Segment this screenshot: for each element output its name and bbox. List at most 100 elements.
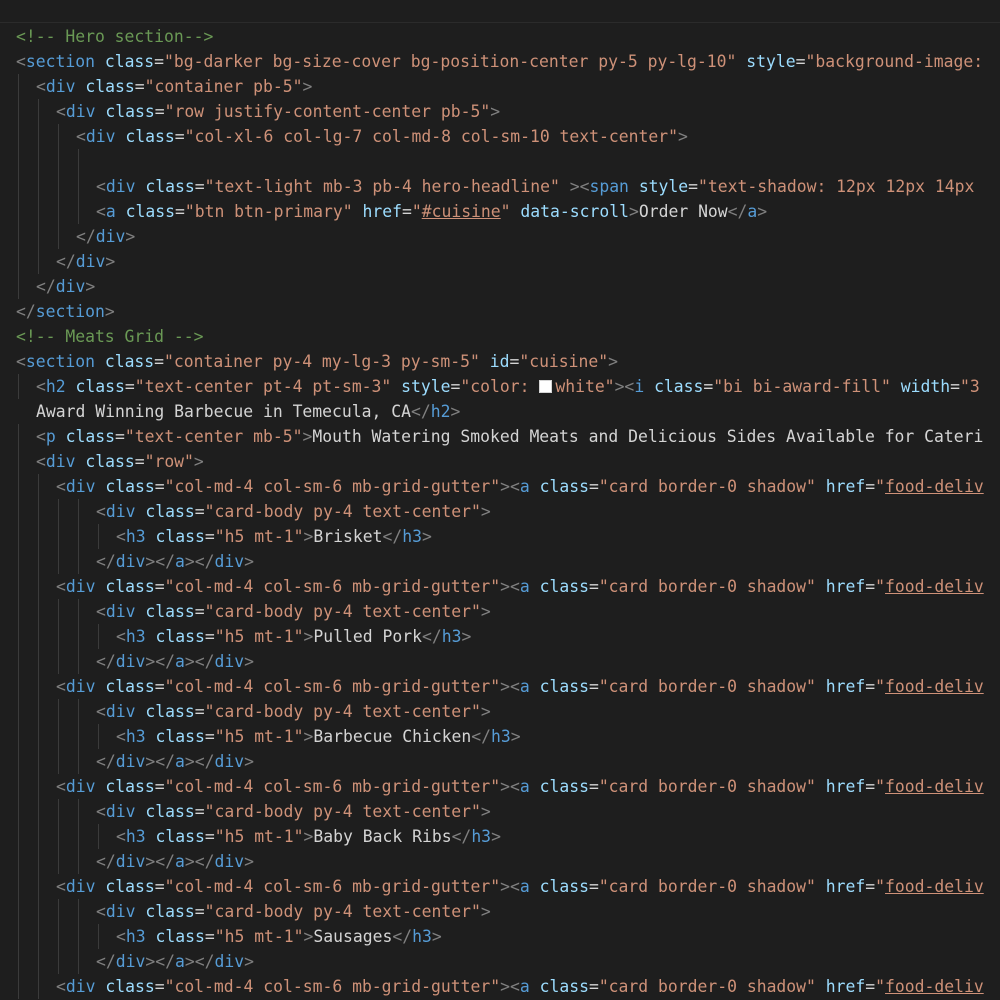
- code-line[interactable]: <div class="col-xl-6 col-lg-7 col-md-8 c…: [0, 124, 1000, 149]
- code-line[interactable]: <!-- Meats Grid -->: [0, 324, 1000, 349]
- punctuation-token: >: [244, 552, 254, 571]
- attribute-token: class: [145, 902, 195, 921]
- code-line[interactable]: <section class="bg-darker bg-size-cover …: [0, 49, 1000, 74]
- code-line[interactable]: <h3 class="h5 mt-1">Baby Back Ribs</h3>: [0, 824, 1000, 849]
- code-line[interactable]: <h3 class="h5 mt-1">Sausages</h3>: [0, 924, 1000, 949]
- code-line[interactable]: <div class="card-body py-4 text-center">: [0, 599, 1000, 624]
- tag-name-token: i: [634, 377, 645, 396]
- string-token: "card-body py-4 text-center": [204, 702, 481, 721]
- code-line[interactable]: <div class="card-body py-4 text-center">: [0, 699, 1000, 724]
- code-line[interactable]: </div></a></div>: [0, 849, 1000, 874]
- indent-guide: [18, 474, 19, 499]
- punctuation-token: </: [96, 552, 116, 571]
- attribute-token: style: [638, 177, 689, 196]
- code-line[interactable]: <div class="card-body py-4 text-center">: [0, 499, 1000, 524]
- string-token: "card-body py-4 text-center": [204, 602, 481, 621]
- code-line[interactable]: <section class="container py-4 my-lg-3 p…: [0, 349, 1000, 374]
- tag-name-token: div: [65, 877, 96, 896]
- string-token: "text-light mb-3 pb-4 hero-headline": [204, 177, 560, 196]
- tag-name-token: div: [105, 502, 136, 521]
- string-token: "card border-0 shadow": [598, 777, 816, 796]
- indent-guide: [58, 924, 59, 949]
- code-line[interactable]: <h3 class="h5 mt-1">Barbecue Chicken</h3…: [0, 724, 1000, 749]
- string-token: ": [411, 202, 422, 221]
- code-editor[interactable]: <!-- Hero section--> <section class="bg-d…: [0, 0, 1000, 1000]
- code-line[interactable]: </div></a></div>: [0, 549, 1000, 574]
- indent-guide: [58, 699, 59, 724]
- code-line-content: <div class="col-md-4 col-sm-6 mb-grid-gu…: [56, 474, 984, 499]
- code-area[interactable]: <!-- Hero section--> <section class="bg-d…: [0, 24, 1000, 999]
- indent-guide: [58, 724, 59, 749]
- code-line[interactable]: </div></a></div>: [0, 949, 1000, 974]
- tag-name-token: h3: [125, 527, 146, 546]
- code-line[interactable]: <div class="col-md-4 col-sm-6 mb-grid-gu…: [0, 474, 1000, 499]
- code-line[interactable]: <h3 class="h5 mt-1">Pulled Pork</h3>: [0, 624, 1000, 649]
- punctuation-token: >: [303, 727, 314, 746]
- code-line[interactable]: <div class="text-light mb-3 pb-4 hero-he…: [0, 174, 1000, 199]
- code-line[interactable]: <div class="row justify-content-center p…: [0, 99, 1000, 124]
- code-line[interactable]: <div class="col-md-4 col-sm-6 mb-grid-gu…: [0, 974, 1000, 999]
- tag-name-token: a: [747, 202, 758, 221]
- code-line[interactable]: <div class="card-body py-4 text-center">: [0, 799, 1000, 824]
- tag-name-token: div: [45, 77, 76, 96]
- attribute-token: class: [155, 627, 205, 646]
- code-line[interactable]: </section>: [0, 299, 1000, 324]
- text-token: =: [194, 702, 205, 721]
- string-token: "row justify-content-center pb-5": [164, 102, 491, 121]
- tag-name-token: div: [115, 852, 146, 871]
- code-line-content: <h3 class="h5 mt-1">Barbecue Chicken</h3…: [116, 724, 521, 749]
- code-line[interactable]: <div class="col-md-4 col-sm-6 mb-grid-gu…: [0, 574, 1000, 599]
- text-token: =: [154, 477, 165, 496]
- text-token: =: [204, 627, 215, 646]
- punctuation-token: <: [116, 727, 126, 746]
- indent-guide: [38, 724, 39, 749]
- text-token: =: [865, 677, 876, 696]
- code-line[interactable]: <div class="col-md-4 col-sm-6 mb-grid-gu…: [0, 874, 1000, 899]
- color-swatch-icon[interactable]: [539, 380, 553, 393]
- code-line[interactable]: </div>: [0, 249, 1000, 274]
- punctuation-token: <: [56, 777, 66, 796]
- punctuation-token: </: [421, 627, 442, 646]
- code-line[interactable]: <p class="text-center mb-5">Mouth Wateri…: [0, 424, 1000, 449]
- code-line[interactable]: </div></a></div>: [0, 749, 1000, 774]
- string-token: "col-md-4 col-sm-6 mb-grid-gutter": [164, 577, 501, 596]
- code-line[interactable]: </div>: [0, 224, 1000, 249]
- indent-guide: [18, 224, 19, 249]
- text-token: =: [174, 202, 185, 221]
- code-line[interactable]: </div>: [0, 274, 1000, 299]
- punctuation-token: >: [480, 802, 491, 821]
- indent-guide: [98, 824, 99, 849]
- code-line[interactable]: Award Winning Barbecue in Temecula, CA</…: [0, 399, 1000, 424]
- code-line[interactable]: <div class="container pb-5">: [0, 74, 1000, 99]
- code-line[interactable]: <div class="card-body py-4 text-center">: [0, 899, 1000, 924]
- code-line[interactable]: <div class="col-md-4 col-sm-6 mb-grid-gu…: [0, 674, 1000, 699]
- string-token: "row": [144, 452, 194, 471]
- tag-name-token: div: [115, 652, 146, 671]
- punctuation-token: >: [628, 202, 639, 221]
- code-line[interactable]: <div class="row">: [0, 449, 1000, 474]
- code-line[interactable]: <div class="col-md-4 col-sm-6 mb-grid-gu…: [0, 774, 1000, 799]
- code-line[interactable]: </div></a></div>: [0, 649, 1000, 674]
- tag-name-token: div: [55, 277, 86, 296]
- link-token: food-deliv: [885, 977, 984, 996]
- link-token: food-deliv: [885, 477, 984, 496]
- code-line[interactable]: [0, 149, 1000, 174]
- code-line[interactable]: <!-- Hero section-->: [0, 24, 1000, 49]
- code-line[interactable]: <h3 class="h5 mt-1">Brisket</h3>: [0, 524, 1000, 549]
- punctuation-token: </: [96, 852, 116, 871]
- text-token: =: [509, 352, 520, 371]
- punctuation-token: <: [116, 927, 126, 946]
- punctuation-token: <: [96, 802, 106, 821]
- punctuation-token: >: [302, 427, 313, 446]
- attribute-token: href: [825, 677, 866, 696]
- code-line[interactable]: <h2 class="text-center pt-4 pt-sm-3" sty…: [0, 374, 1000, 399]
- tag-name-token: h3: [125, 627, 146, 646]
- code-line[interactable]: <a class="btn btn-primary" href="#cuisin…: [0, 199, 1000, 224]
